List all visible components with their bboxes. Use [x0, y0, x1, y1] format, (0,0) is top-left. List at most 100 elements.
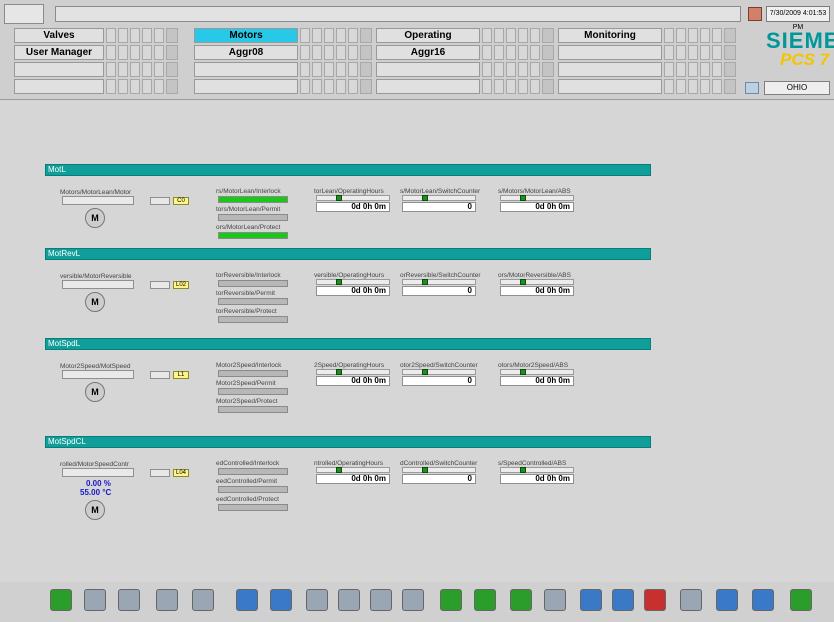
select-picture-icon[interactable] — [510, 589, 532, 611]
switch-counter-label: dControlled/SwitchCounter — [400, 460, 478, 467]
start-icon[interactable] — [50, 589, 72, 611]
switch-counter-controls[interactable] — [402, 467, 476, 473]
arrow-up-icon[interactable] — [338, 589, 360, 611]
alias-tag[interactable]: L04 — [173, 469, 189, 477]
back-icon[interactable] — [440, 589, 462, 611]
help-icon[interactable] — [716, 589, 738, 611]
motor-tag-label: rolled/MotorSpeedContr — [60, 461, 130, 468]
switch-counter-controls[interactable] — [402, 369, 476, 375]
abs-value: 0d 0h 0m — [500, 376, 574, 386]
area-button-operating[interactable]: Operating — [376, 28, 480, 43]
motor-tag-label: Motor2Speed/MotSpeed — [60, 363, 131, 370]
trend-icon[interactable] — [192, 589, 214, 611]
area-button-empty[interactable] — [194, 79, 298, 94]
op-hours-controls[interactable] — [316, 279, 390, 285]
permit-bar[interactable] — [218, 214, 288, 221]
save-icon[interactable] — [612, 589, 634, 611]
abs-label: s/Motors/MotorLean/ABS — [498, 188, 571, 195]
ack-icon[interactable] — [790, 589, 812, 611]
calendar-icon[interactable] — [748, 7, 762, 21]
overview-icon[interactable] — [156, 589, 178, 611]
process-picture: MotL Motors/MotorLean/Motor M C0 rs/Moto… — [0, 100, 834, 580]
alias-box — [150, 197, 170, 205]
area-button-empty[interactable] — [558, 45, 662, 60]
message-list-icon[interactable] — [270, 589, 292, 611]
next-picture-icon[interactable] — [544, 589, 566, 611]
motor-icon[interactable]: M — [85, 500, 105, 520]
area-button-monitoring[interactable]: Monitoring — [558, 28, 662, 43]
alias-tag[interactable]: L02 — [173, 281, 189, 289]
area-button-user-manager[interactable]: User Manager — [14, 45, 104, 60]
process-message-bar — [55, 6, 741, 22]
keyboard-icon[interactable] — [680, 589, 702, 611]
motor-icon[interactable]: M — [85, 292, 105, 312]
area-button-empty[interactable] — [558, 62, 662, 77]
abs-label: s/SpeedControlled/ABS — [498, 460, 567, 467]
abs-controls[interactable] — [500, 195, 574, 201]
forward-icon[interactable] — [474, 589, 496, 611]
server-icon[interactable] — [745, 82, 759, 94]
horn-icon[interactable] — [752, 589, 774, 611]
toolbar — [0, 582, 834, 622]
abs-value: 0d 0h 0m — [500, 474, 574, 484]
motor-icon[interactable]: M — [85, 382, 105, 402]
area-button-empty[interactable] — [14, 62, 104, 77]
abs-controls[interactable] — [500, 279, 574, 285]
group-header: MotSpdL — [45, 338, 651, 350]
arrow-left-icon[interactable] — [306, 589, 328, 611]
window-controls[interactable] — [4, 4, 44, 24]
area-button-aggr08[interactable]: Aggr08 — [194, 45, 298, 60]
motor-block-icon[interactable] — [62, 196, 134, 205]
area-button-empty[interactable] — [376, 79, 480, 94]
folder-icon[interactable] — [118, 589, 140, 611]
area-button-empty[interactable] — [14, 79, 104, 94]
area-button-empty[interactable] — [376, 62, 480, 77]
op-hours-controls[interactable] — [316, 467, 390, 473]
protect-label: Motor2Speed/Protect — [216, 398, 278, 405]
abs-controls[interactable] — [500, 467, 574, 473]
op-hours-controls[interactable] — [316, 369, 390, 375]
interlock-bar[interactable] — [218, 280, 288, 287]
area-button-motors[interactable]: Motors — [194, 28, 298, 43]
op-hours-controls[interactable] — [316, 195, 390, 201]
area-button-empty[interactable] — [194, 62, 298, 77]
area-button-empty[interactable] — [558, 79, 662, 94]
protect-bar[interactable] — [218, 316, 288, 323]
key-icon[interactable] — [84, 589, 106, 611]
area-button-valves[interactable]: Valves — [14, 28, 104, 43]
permit-bar[interactable] — [218, 388, 288, 395]
picture-tree-icon[interactable] — [236, 589, 258, 611]
alias-tag[interactable]: C0 — [173, 197, 189, 205]
switch-counter-value: 0 — [402, 474, 476, 484]
motor-block-icon[interactable] — [62, 280, 134, 289]
switch-counter-controls[interactable] — [402, 279, 476, 285]
alias-tag[interactable]: L1 — [173, 371, 189, 379]
protect-label: torReversible/Protect — [216, 308, 277, 315]
protect-bar[interactable] — [218, 232, 288, 239]
motor-block-icon[interactable] — [62, 370, 134, 379]
op-hours-value: 0d 0h 0m — [316, 474, 390, 484]
interlock-label: rs/MotorLean/Interlock — [216, 188, 281, 195]
permit-bar[interactable] — [218, 298, 288, 305]
status-icon — [422, 369, 428, 375]
motor-icon[interactable]: M — [85, 208, 105, 228]
motor-tag-label: Motors/MotorLean/Motor — [60, 189, 132, 196]
switch-counter-controls[interactable] — [402, 195, 476, 201]
abs-controls[interactable] — [500, 369, 574, 375]
group-header: MotSpdCL — [45, 436, 651, 448]
interlock-bar[interactable] — [218, 468, 288, 475]
interlock-bar[interactable] — [218, 370, 288, 377]
protect-bar[interactable] — [218, 406, 288, 413]
print-icon[interactable] — [580, 589, 602, 611]
motor-block-icon[interactable] — [62, 468, 134, 477]
interlock-label: torReversible/Interlock — [216, 272, 281, 279]
server-name: OHIO — [764, 81, 830, 95]
delete-icon[interactable] — [644, 589, 666, 611]
status-icon — [336, 195, 342, 201]
protect-bar[interactable] — [218, 504, 288, 511]
arrow-down-icon[interactable] — [370, 589, 392, 611]
area-button-aggr16[interactable]: Aggr16 — [376, 45, 480, 60]
interlock-bar[interactable] — [218, 196, 288, 203]
permit-bar[interactable] — [218, 486, 288, 493]
arrow-right-icon[interactable] — [402, 589, 424, 611]
